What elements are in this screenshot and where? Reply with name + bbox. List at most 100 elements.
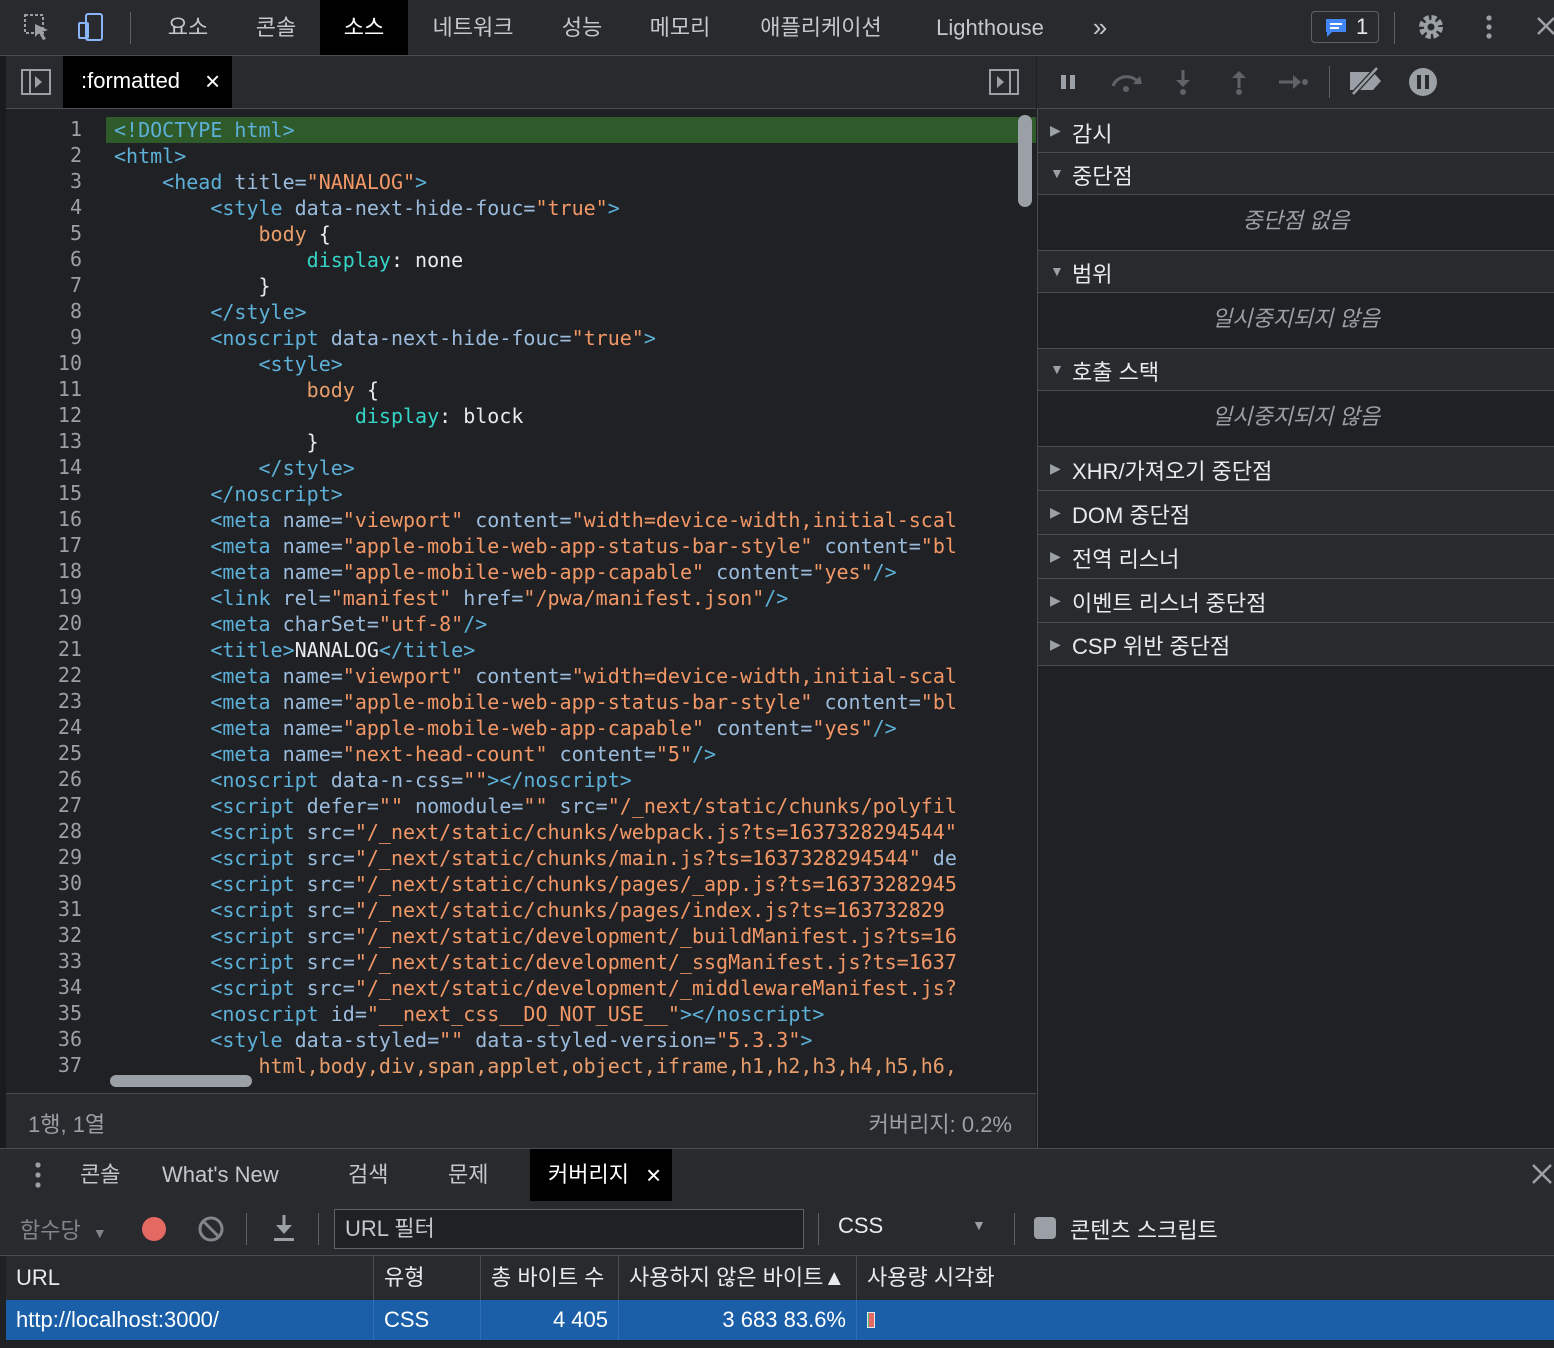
drawer-tab-whats-new[interactable]: What's New (162, 1149, 279, 1201)
drawer-tab-search[interactable]: 검색 (348, 1149, 388, 1201)
deactivate-breakpoints-icon[interactable] (1347, 66, 1385, 101)
record-icon[interactable] (140, 1215, 168, 1248)
line-number[interactable]: 13 (6, 429, 82, 453)
line-number[interactable]: 37 (6, 1053, 82, 1077)
line-number[interactable]: 5 (6, 221, 82, 245)
step-over-icon[interactable] (1109, 70, 1145, 99)
section-csp-violation-breakpoints[interactable]: ▶ CSP 위반 중단점 (1038, 623, 1554, 666)
tab-performance[interactable]: 성능 (542, 0, 622, 55)
line-number[interactable]: 24 (6, 715, 82, 739)
line-number[interactable]: 1 (6, 117, 82, 141)
section-call-stack[interactable]: ▼ 호출 스택 (1038, 349, 1554, 391)
line-number[interactable]: 12 (6, 403, 82, 427)
drawer-tab-coverage[interactable]: 커버리지 × (530, 1149, 672, 1201)
drawer-tab-console[interactable]: 콘솔 (80, 1149, 120, 1201)
column-header-type[interactable]: 유형 (374, 1256, 481, 1300)
tab-sources[interactable]: 소스 (320, 0, 408, 55)
issues-counter-button[interactable]: 1 (1311, 11, 1379, 43)
line-number-gutter[interactable]: 1 2 3 4 5 6 7 8 9 10 11 12 13 14 15 16 17 18 19 20 21 22 23 24 2… (6, 109, 106, 1093)
gear-icon[interactable] (1416, 12, 1446, 42)
line-number[interactable]: 27 (6, 793, 82, 817)
tab-application[interactable]: 애플리케이션 (746, 0, 896, 55)
line-number[interactable]: 2 (6, 143, 82, 167)
line-number[interactable]: 21 (6, 637, 82, 661)
tab-console[interactable]: 콘솔 (236, 0, 316, 55)
section-breakpoints[interactable]: ▼ 중단점 (1038, 153, 1554, 195)
section-global-listeners[interactable]: ▶ 전역 리스너 (1038, 535, 1554, 579)
column-header-unused-bytes[interactable]: 사용하지 않은 바이트▲ (619, 1256, 857, 1300)
close-drawer-icon[interactable] (1528, 1160, 1554, 1193)
line-number[interactable]: 11 (6, 377, 82, 401)
line-number[interactable]: 36 (6, 1027, 82, 1051)
column-header-url[interactable]: URL (6, 1256, 374, 1300)
coverage-status[interactable]: 커버리지: 0.2% (869, 1107, 1012, 1139)
tab-lighthouse[interactable]: Lighthouse (918, 0, 1062, 55)
column-header-total-bytes[interactable]: 총 바이트 수 (481, 1256, 619, 1300)
line-number[interactable]: 20 (6, 611, 82, 635)
content-scripts-checkbox[interactable] (1034, 1217, 1056, 1239)
section-dom-breakpoints[interactable]: ▶ DOM 중단점 (1038, 491, 1554, 535)
line-number[interactable]: 17 (6, 533, 82, 557)
step-icon[interactable] (1277, 70, 1309, 99)
tab-memory[interactable]: 메모리 (634, 0, 726, 55)
line-number[interactable]: 30 (6, 871, 82, 895)
line-number[interactable]: 28 (6, 819, 82, 843)
close-devtools-icon[interactable] (1532, 12, 1554, 42)
line-number[interactable]: 26 (6, 767, 82, 791)
clear-icon[interactable] (197, 1215, 225, 1248)
table-row[interactable]: http://localhost:3000/ CSS 4 405 3 683 8… (6, 1300, 1554, 1340)
line-number[interactable]: 23 (6, 689, 82, 713)
pause-icon[interactable] (1057, 70, 1081, 99)
line-number[interactable]: 15 (6, 481, 82, 505)
line-number[interactable]: 18 (6, 559, 82, 583)
close-file-tab-icon[interactable]: × (205, 66, 220, 97)
inspect-element-icon[interactable] (22, 12, 52, 42)
line-number[interactable]: 33 (6, 949, 82, 973)
line-number[interactable]: 10 (6, 351, 82, 375)
line-number[interactable]: 6 (6, 247, 82, 271)
line-number[interactable]: 35 (6, 1001, 82, 1025)
code-token: src= (306, 872, 355, 896)
section-xhr-breakpoints[interactable]: ▶ XHR/가져오기 중단점 (1038, 447, 1554, 491)
line-number[interactable]: 9 (6, 325, 82, 349)
line-number[interactable]: 19 (6, 585, 82, 609)
column-header-usage-visualization[interactable]: 사용량 시각화 (857, 1256, 1554, 1300)
line-number[interactable]: 22 (6, 663, 82, 687)
line-number[interactable]: 16 (6, 507, 82, 531)
section-watch[interactable]: ▶ 감시 (1038, 109, 1554, 153)
line-number[interactable]: 31 (6, 897, 82, 921)
drawer-tab-issues[interactable]: 문제 (448, 1149, 488, 1201)
editor-file-tab[interactable]: :formatted × (63, 56, 232, 108)
line-number[interactable]: 8 (6, 299, 82, 323)
tab-elements[interactable]: 요소 (148, 0, 228, 55)
line-number[interactable]: 32 (6, 923, 82, 947)
line-number[interactable]: 34 (6, 975, 82, 999)
section-scope[interactable]: ▼ 범위 (1038, 251, 1554, 293)
export-download-icon[interactable] (270, 1213, 298, 1248)
granularity-select[interactable]: 함수당 ▼ (20, 1213, 107, 1245)
vertical-scrollbar[interactable] (1018, 115, 1032, 207)
more-tabs-button[interactable]: » (1080, 0, 1120, 55)
toggle-navigator-icon[interactable] (20, 67, 52, 102)
section-event-listener-breakpoints[interactable]: ▶ 이벤트 리스너 중단점 (1038, 579, 1554, 623)
line-number[interactable]: 7 (6, 273, 82, 297)
step-out-icon[interactable] (1227, 68, 1251, 101)
line-number[interactable]: 14 (6, 455, 82, 479)
line-number[interactable]: 4 (6, 195, 82, 219)
line-number[interactable]: 29 (6, 845, 82, 869)
line-number[interactable]: 25 (6, 741, 82, 765)
type-filter-select[interactable]: CSS ▼ (838, 1213, 990, 1239)
step-into-icon[interactable] (1171, 68, 1195, 101)
tab-network[interactable]: 네트워크 (418, 0, 528, 55)
toggle-debugger-icon[interactable] (988, 67, 1020, 102)
device-toolbar-icon[interactable] (76, 12, 106, 42)
url-filter-input[interactable]: URL 필터 (334, 1209, 804, 1249)
line-number[interactable]: 3 (6, 169, 82, 193)
code-editor[interactable]: 1 2 3 4 5 6 7 8 9 10 11 12 13 14 15 16 17 18 19 20 21 22 23 24 2… (6, 109, 1036, 1093)
close-coverage-tab-icon[interactable]: × (646, 1149, 661, 1201)
horizontal-scrollbar[interactable] (110, 1075, 252, 1087)
code-line: <meta name="apple-mobile-web-app-status-… (114, 533, 957, 559)
drawer-menu-icon[interactable] (26, 1159, 50, 1196)
pause-on-exceptions-icon[interactable] (1407, 66, 1439, 103)
more-options-icon[interactable] (1474, 12, 1504, 42)
